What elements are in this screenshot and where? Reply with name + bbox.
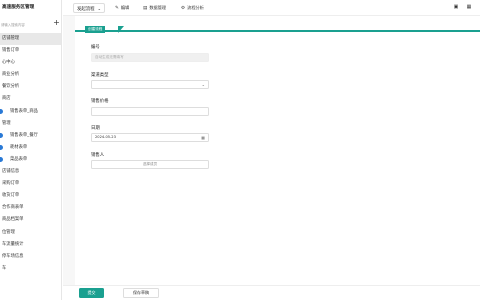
sidebar-item[interactable]: 菜品表单 bbox=[0, 154, 61, 166]
sidebar-item-label: 商业分析 bbox=[2, 72, 20, 78]
code-field: 自动生成无需填写 bbox=[91, 53, 209, 62]
sidebar-item-label: 商店 bbox=[2, 96, 11, 102]
sales-price-label: 销售价格 bbox=[91, 99, 109, 104]
sidebar-item-label: 合作商表单 bbox=[2, 205, 24, 211]
chevron-down-icon: ⌄ bbox=[201, 82, 205, 87]
edit-button[interactable]: ✎ 编辑 bbox=[115, 3, 129, 13]
settings-icon[interactable]: ▦ bbox=[466, 4, 472, 11]
salesperson-label: 销售人 bbox=[91, 153, 105, 158]
sidebar-item-label: 商品档案单 bbox=[2, 217, 24, 223]
date-label: 日期 bbox=[91, 126, 100, 131]
sidebar-item[interactable]: 销售订单 bbox=[0, 45, 61, 57]
database-icon: ▤ bbox=[143, 6, 148, 11]
channel-type-select[interactable]: ⌄ bbox=[91, 80, 209, 89]
sidebar-item-label: 心中心 bbox=[2, 60, 15, 66]
sidebar-item-label: 收货订单 bbox=[2, 193, 20, 199]
form-tab: 创建流程 bbox=[85, 26, 106, 33]
pencil-icon: ✎ bbox=[115, 6, 119, 11]
sidebar-item-label: 管理 bbox=[2, 120, 11, 126]
sidebar-item[interactable]: 商业分析 bbox=[0, 69, 61, 81]
calendar-icon: ▦ bbox=[201, 135, 205, 140]
sidebar-item[interactable]: 心中心 bbox=[0, 57, 61, 69]
app-window: 高速服务区管理 请输入搜索内容 + 店铺管理销售订单心中心商业分析餐饮分析商店销… bbox=[0, 0, 480, 300]
code-label: 编号 bbox=[91, 45, 100, 50]
sidebar-item[interactable]: 商品档案单 bbox=[0, 214, 61, 226]
chevron-down-icon: ⌄ bbox=[97, 6, 101, 11]
sidebar-search-input[interactable]: 请输入搜索内容 bbox=[0, 19, 48, 28]
sidebar-item-label: 销售订单 bbox=[2, 48, 20, 54]
sidebar-item[interactable]: 店铺信息 bbox=[0, 166, 61, 178]
process-switcher[interactable]: 发起流程 ⌄ bbox=[73, 3, 105, 13]
form-footer: 提交 保存草稿 bbox=[63, 285, 480, 300]
form-panel: 创建流程 编号 自动生成无需填写 渠道类型 ⌄ 销售价格 日期 2024-05-… bbox=[75, 16, 480, 300]
sidebar: 高速服务区管理 请输入搜索内容 + 店铺管理销售订单心中心商业分析餐饮分析商店销… bbox=[0, 0, 62, 300]
chart-icon: ⚙ bbox=[181, 6, 186, 11]
save-icon[interactable]: ▣ bbox=[453, 4, 459, 11]
sidebar-item[interactable]: 收货订单 bbox=[0, 190, 61, 202]
bullet-dot-icon bbox=[0, 157, 3, 163]
channel-type-label: 渠道类型 bbox=[91, 73, 109, 78]
sidebar-item[interactable]: 销售表单_商品 bbox=[0, 106, 61, 118]
data-management-button[interactable]: ▤ 数据管理 bbox=[143, 3, 166, 13]
select-member-button[interactable]: 选择成员 bbox=[91, 160, 209, 169]
sidebar-item-label: 菜品表单 bbox=[10, 156, 28, 162]
sidebar-item-label: 位管理 bbox=[2, 229, 15, 235]
sidebar-item-label: 车 bbox=[2, 265, 7, 271]
sales-price-input[interactable] bbox=[91, 107, 209, 116]
sidebar-item[interactable]: 销售表单_餐厅 bbox=[0, 130, 61, 142]
sidebar-item-label: 采购订单 bbox=[2, 181, 20, 187]
date-input[interactable]: 2024-05-23 ▦ bbox=[91, 133, 209, 142]
sidebar-item[interactable]: 采购订单 bbox=[0, 178, 61, 190]
bullet-dot-icon bbox=[0, 133, 3, 139]
sidebar-item[interactable]: 管理 bbox=[0, 118, 61, 130]
sidebar-item-label: 店铺信息 bbox=[2, 169, 20, 175]
sidebar-item[interactable]: 车 bbox=[0, 263, 61, 275]
bullet-dot-icon bbox=[0, 145, 3, 151]
edit-label: 编辑 bbox=[120, 5, 130, 10]
process-analysis-button[interactable]: ⚙ 流程分析 bbox=[181, 3, 204, 13]
sidebar-list: 店铺管理销售订单心中心商业分析餐饮分析商店销售表单_商品管理销售表单_餐厅 耗材表… bbox=[0, 33, 61, 275]
process-analysis-label: 流程分析 bbox=[187, 5, 204, 10]
submit-button[interactable]: 提交 bbox=[79, 288, 104, 298]
sidebar-item[interactable]: 店铺管理 bbox=[0, 33, 61, 46]
main-content: 创建流程 编号 自动生成无需填写 渠道类型 ⌄ 销售价格 日期 2024-05-… bbox=[63, 16, 480, 300]
sidebar-item-label: 餐饮分析 bbox=[2, 84, 20, 90]
sidebar-item[interactable]: 餐饮分析 bbox=[0, 81, 61, 93]
process-switcher-label: 发起流程 bbox=[77, 7, 95, 12]
bullet-dot-icon bbox=[0, 109, 3, 115]
sidebar-item-label: 店铺管理 bbox=[2, 36, 20, 41]
form-tab-corner bbox=[118, 26, 124, 33]
sidebar-item-label: 耗材表单 bbox=[10, 144, 28, 150]
sidebar-item[interactable]: 耗材表单 bbox=[0, 142, 61, 154]
sidebar-title: 高速服务区管理 bbox=[2, 5, 35, 10]
date-value: 2024-05-23 bbox=[95, 135, 116, 139]
sidebar-item-label: 销售表单_商品 bbox=[10, 108, 38, 114]
sidebar-item-label: 停车场信息 bbox=[2, 253, 24, 259]
data-management-label: 数据管理 bbox=[149, 5, 167, 10]
sidebar-item[interactable]: 商店 bbox=[0, 93, 61, 105]
save-draft-button[interactable]: 保存草稿 bbox=[123, 288, 159, 298]
sidebar-item[interactable]: 位管理 bbox=[0, 227, 61, 239]
sidebar-item-label: 车流量统计 bbox=[2, 241, 24, 247]
sidebar-item[interactable]: 停车场信息 bbox=[0, 251, 61, 263]
top-toolbar: 发起流程 ⌄ ✎ 编辑 ▤ 数据管理 ⚙ 流程分析 ▣ ▦ bbox=[63, 0, 480, 16]
sidebar-item[interactable]: 车流量统计 bbox=[0, 239, 61, 251]
sidebar-item-label: 销售表单_餐厅 bbox=[10, 132, 38, 138]
form-header-divider bbox=[75, 30, 480, 32]
sidebar-item[interactable]: 合作商表单 bbox=[0, 202, 61, 214]
plus-icon[interactable]: + bbox=[52, 18, 61, 27]
